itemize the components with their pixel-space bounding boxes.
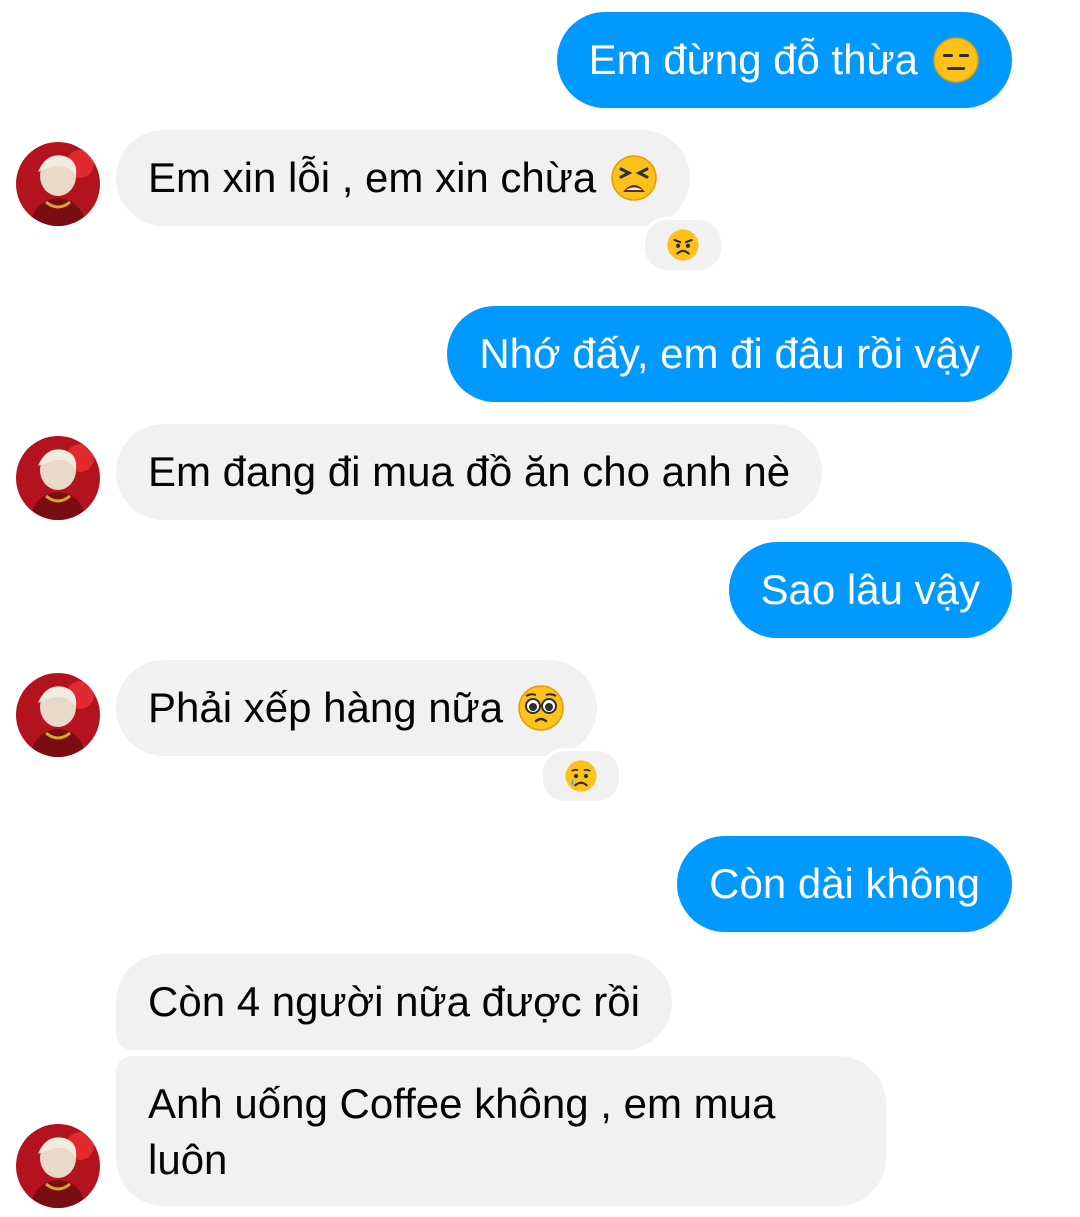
message-text: Phải xếp hàng nữa	[148, 684, 504, 731]
received-message[interactable]: Anh uống Coffee không , em mua luôn	[116, 1056, 886, 1206]
received-message[interactable]: Phải xếp hàng nữa	[116, 660, 598, 756]
message-text: Em đừng đỗ thừa	[588, 36, 918, 83]
sent-message[interactable]: Nhớ đấy, em đi đâu rồi vậy	[447, 306, 1012, 402]
crying-face-icon	[565, 760, 597, 792]
message-text: Anh uống Coffee không , em mua luôn	[148, 1080, 776, 1183]
conversation: Em đừng đỗ thừa Em xin lỗi , em xin chừa	[0, 0, 1080, 1217]
received-message[interactable]: Em xin lỗi , em xin chừa	[116, 130, 691, 226]
received-message[interactable]: Còn 4 người nữa được rồi	[116, 954, 672, 1050]
message-text: Còn 4 người nữa được rồi	[148, 978, 640, 1025]
avatar[interactable]	[16, 142, 100, 226]
avatar[interactable]	[16, 1124, 100, 1208]
message-text: Sao lâu vậy	[760, 566, 980, 613]
pleading-face-icon	[517, 684, 565, 732]
tired-face-icon	[610, 154, 658, 202]
message-reaction[interactable]	[540, 748, 622, 804]
message-text: Em xin lỗi , em xin chừa	[148, 154, 597, 201]
avatar[interactable]	[16, 673, 100, 757]
message-text: Nhớ đấy, em đi đâu rồi vậy	[479, 330, 980, 377]
sent-message[interactable]: Còn dài không	[677, 836, 1012, 932]
avatar[interactable]	[16, 436, 100, 520]
message-reaction[interactable]	[642, 217, 724, 273]
message-text: Em đang đi mua đồ ăn cho anh nè	[148, 448, 791, 495]
sent-message[interactable]: Sao lâu vậy	[728, 542, 1012, 638]
message-text: Còn dài không	[709, 860, 980, 907]
expressionless-face-icon	[932, 36, 980, 84]
sent-message[interactable]: Em đừng đỗ thừa	[556, 12, 1012, 108]
received-message[interactable]: Em đang đi mua đồ ăn cho anh nè	[116, 424, 823, 520]
frowning-face-icon	[667, 229, 699, 261]
